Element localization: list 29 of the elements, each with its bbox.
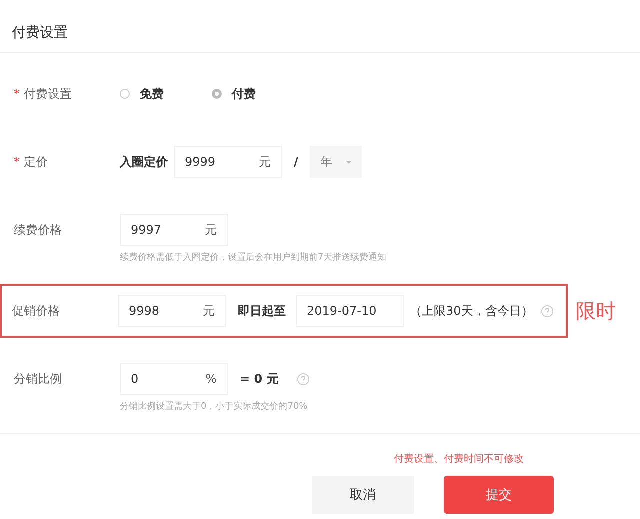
field-label: 付费设置 (24, 86, 72, 102)
separator-text: / (294, 155, 298, 169)
warning-text: 付费设置、付费时间不可修改 (393, 452, 525, 466)
limit-note: （上限30天，含今日） (410, 302, 534, 320)
field-label: 分销比例 (14, 370, 62, 388)
required-mark: * (14, 155, 20, 169)
help-icon[interactable] (541, 304, 554, 318)
hint-text: 续费价格需低于入圈定价，设置后会在用户到期前7天推送续费通知 (119, 252, 388, 264)
input-field[interactable]: 9999 元 (174, 146, 282, 178)
date-field[interactable]: 2019-07-10 (296, 295, 404, 327)
submit-button[interactable]: 提交 (444, 476, 554, 514)
field-label: 续费价格 (14, 222, 62, 238)
cancel-button[interactable]: 取消 (312, 476, 414, 514)
radio-option[interactable]: 付费 (212, 86, 256, 102)
caret-icon (346, 160, 352, 166)
prefix-label: 入圈定价 (120, 154, 168, 170)
input-field[interactable]: 9998 元 (118, 295, 226, 327)
radio-option[interactable]: 免费 (120, 86, 164, 102)
section-title: 付费设置 (11, 24, 69, 43)
field-label: 促销价格 (12, 302, 60, 320)
hint-text: 分销比例设置需大于0，小于实际成交价的70% (119, 400, 309, 413)
input-field[interactable]: 0 % (120, 363, 228, 395)
result-text: = 0 元 (240, 370, 279, 388)
help-icon[interactable] (296, 372, 310, 386)
input-field[interactable]: 9997 元 (120, 214, 228, 246)
field-label: 定价 (24, 154, 48, 170)
annotation-text: 限时 (576, 298, 616, 324)
until-label: 即日起至 (238, 302, 286, 320)
required-mark: * (14, 87, 20, 101)
